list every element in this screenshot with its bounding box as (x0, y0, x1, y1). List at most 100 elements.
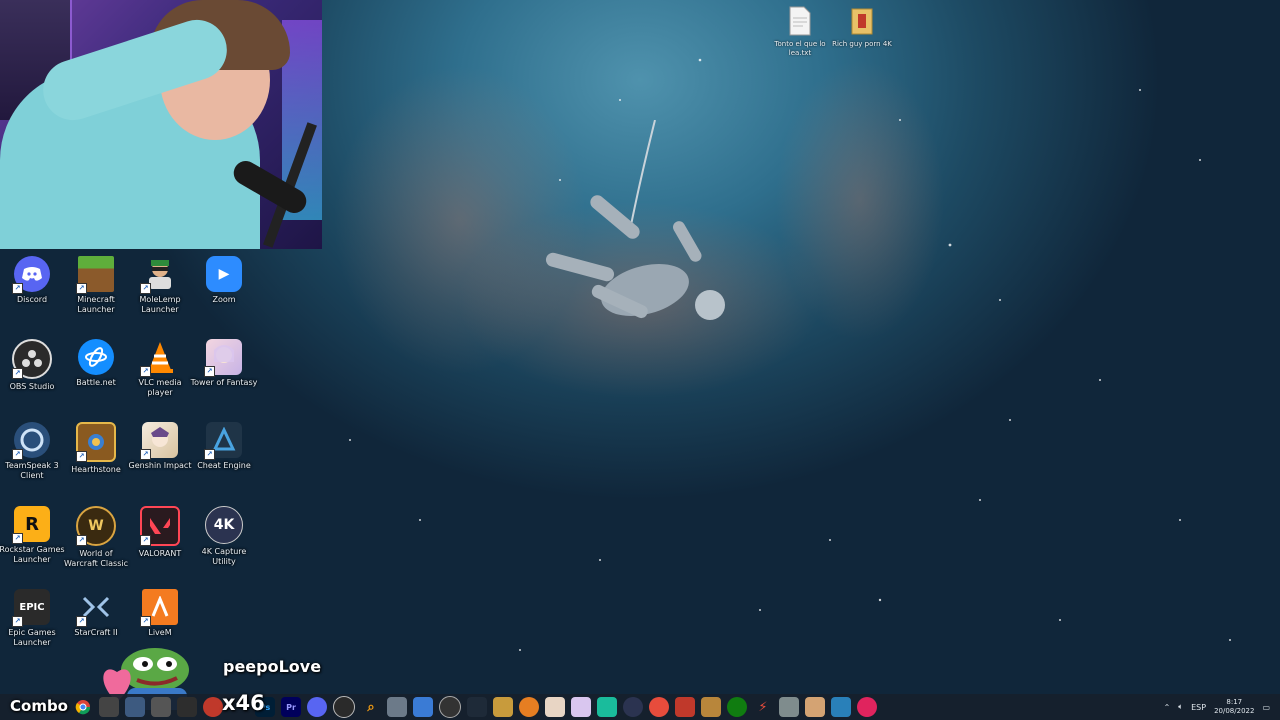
rockstar-glyph: R (25, 513, 39, 535)
icon-label: Rockstar Games Launcher (0, 545, 65, 564)
taskbar-app-icon[interactable] (857, 697, 877, 717)
desktop-icon-obs[interactable]: ↗ OBS Studio (0, 339, 66, 392)
desktop-icon-starcraft[interactable]: ↗ StarCraft II (62, 589, 130, 638)
desktop-icon-4k-capture[interactable]: 4K 4K Capture Utility (190, 506, 258, 567)
desktop-icon-battlenet[interactable]: Battle.net (62, 339, 130, 388)
taskbar-app-icon[interactable] (177, 697, 197, 717)
obs-taskbar-icon[interactable] (333, 696, 355, 718)
battlenet-icon (78, 339, 114, 375)
taskbar-app-icon[interactable] (701, 697, 721, 717)
discord-icon: ↗ (12, 256, 50, 294)
folder-icon (851, 8, 873, 35)
desktop-file-label: Rich guy porn 4K (832, 40, 892, 48)
taskbar-app-icon[interactable] (597, 697, 617, 717)
taskbar-app-icon[interactable] (493, 697, 513, 717)
icon-label: Tower of Fantasy (190, 378, 258, 387)
taskbar-app-icon[interactable] (387, 697, 407, 717)
tray-language[interactable]: ESP (1191, 703, 1206, 712)
speaker-icon[interactable]: 🔈︎ (1178, 702, 1183, 712)
icon-label: Zoom (212, 295, 236, 304)
zoom-camera-icon: ▶ (206, 256, 242, 292)
desktop-icon-molelemp[interactable]: ↗ MoleLemp Launcher (126, 256, 194, 315)
icon-label: Epic Games Launcher (8, 628, 56, 647)
chrome-icon[interactable] (73, 697, 93, 717)
desktop-file-label: Tonto el que lo lea.txt (774, 40, 826, 57)
genshin-impact-icon: ↗ (140, 422, 178, 460)
icon-label: OBS Studio (9, 382, 55, 391)
text-file-icon (789, 6, 811, 36)
obs-studio-icon: ↗ (12, 339, 52, 379)
taskbar-app-icon[interactable] (413, 697, 433, 717)
system-tray: ⌃ 🔈︎ ESP 8:17 20/08/2022 ▭ (1164, 694, 1280, 720)
icon-label: StarCraft II (74, 628, 118, 637)
clock-time: 8:17 (1226, 698, 1243, 706)
taskbar-app-icon[interactable] (831, 697, 851, 717)
icon-label: VLC media player (138, 378, 182, 397)
4k-capture-icon: 4K (205, 506, 243, 544)
streamer-webcam (0, 0, 322, 249)
desktop-icon-teamspeak[interactable]: ↗ TeamSpeak 3 Client (0, 422, 66, 481)
desktop-icon-vlc[interactable]: ↗ VLC media player (126, 339, 194, 398)
desktop-icon-zoom[interactable]: ▶ Zoom (190, 256, 258, 305)
search-icon[interactable]: ⌕ (361, 697, 381, 717)
taskbar-app-icon[interactable] (151, 697, 171, 717)
icon-label: Cheat Engine (197, 461, 251, 470)
taskbar-app-icon[interactable] (439, 696, 461, 718)
desktop-icon-valorant[interactable]: ↗ VALORANT (126, 506, 194, 559)
premiere-icon[interactable]: Pr (281, 697, 301, 717)
combo-count: x46 (222, 691, 265, 715)
icon-label: Genshin Impact (128, 461, 192, 470)
cheat-engine-icon: ↗ (204, 422, 242, 460)
emote-name-label: peepoLove (223, 657, 322, 676)
icon-label: MoleLemp Launcher (139, 295, 181, 314)
taskbar-app-icon[interactable] (571, 697, 591, 717)
combo-label: Combo (10, 697, 68, 715)
icon-label: LiveM (148, 628, 172, 637)
desktop-icon-discord[interactable]: ↗ Discord (0, 256, 66, 305)
desktop-icon-rockstar[interactable]: R ↗ Rockstar Games Launcher (0, 506, 66, 565)
xbox-icon[interactable] (727, 697, 747, 717)
taskbar-app-icon[interactable] (467, 697, 487, 717)
icon-label: Minecraft Launcher (77, 295, 115, 314)
rockstar-r-icon: R ↗ (12, 506, 50, 544)
taskbar-app-icon[interactable] (203, 697, 223, 717)
taskbar-app-icon[interactable] (805, 697, 825, 717)
icon-label: World of Warcraft Classic (63, 549, 129, 568)
teamspeak-icon: ↗ (12, 422, 50, 460)
icon-label: Hearthstone (71, 465, 121, 474)
vlc-cone-icon: ↗ (140, 339, 178, 377)
desktop-icon-epic-games[interactable]: EPIC ↗ Epic Games Launcher (0, 589, 66, 648)
notification-icon[interactable]: ▭ (1262, 703, 1270, 712)
epic-games-icon: EPIC ↗ (12, 589, 50, 627)
livem-icon: ↗ (140, 589, 178, 627)
desktop-file-text[interactable]: Tonto el que lo lea.txt (770, 6, 830, 58)
taskbar-app-icon[interactable] (519, 697, 539, 717)
taskbar-app-icon[interactable] (545, 697, 565, 717)
desktop-icon-tower-of-fantasy[interactable]: ↗ Tower of Fantasy (190, 339, 258, 388)
desktop-icon-genshin[interactable]: ↗ Genshin Impact (126, 422, 194, 471)
desktop-icon-livem[interactable]: ↗ LiveM (126, 589, 194, 638)
desktop-file-folder[interactable]: Rich guy porn 4K (832, 6, 892, 49)
icon-label: 4K Capture Utility (201, 547, 247, 566)
clock[interactable]: 8:17 20/08/2022 (1214, 698, 1254, 716)
taskbar-app-icon[interactable] (675, 697, 695, 717)
taskbar-app-icon[interactable] (649, 697, 669, 717)
taskbar-app-icon[interactable] (623, 697, 643, 717)
minecraft-grass-block-icon: ↗ (76, 256, 114, 294)
chevron-up-icon[interactable]: ⌃ (1164, 703, 1171, 712)
starcraft-icon: ↗ (76, 589, 114, 627)
clock-date: 20/08/2022 (1214, 707, 1255, 715)
taskbar-app-icon[interactable] (125, 697, 145, 717)
molelemp-character-icon: ↗ (140, 256, 178, 294)
taskbar: Ps Pr ⌕ ⚡ ⌃ 🔈︎ ESP 8:17 20/08/2022 ▭ (0, 694, 1280, 720)
valorant-icon: ↗ (140, 506, 180, 546)
discord-taskbar-icon[interactable] (307, 697, 327, 717)
taskbar-app-icon[interactable] (779, 697, 799, 717)
desktop-icon-wow-classic[interactable]: W ↗ World of Warcraft Classic (62, 506, 130, 569)
desktop-icon-minecraft[interactable]: ↗ Minecraft Launcher (62, 256, 130, 315)
taskbar-app-icon[interactable] (99, 697, 119, 717)
epic-glyph: EPIC (19, 601, 45, 613)
desktop-icon-hearthstone[interactable]: ↗ Hearthstone (62, 422, 130, 475)
desktop-icon-cheat-engine[interactable]: ↗ Cheat Engine (190, 422, 258, 471)
taskbar-app-icon[interactable]: ⚡ (753, 697, 773, 717)
